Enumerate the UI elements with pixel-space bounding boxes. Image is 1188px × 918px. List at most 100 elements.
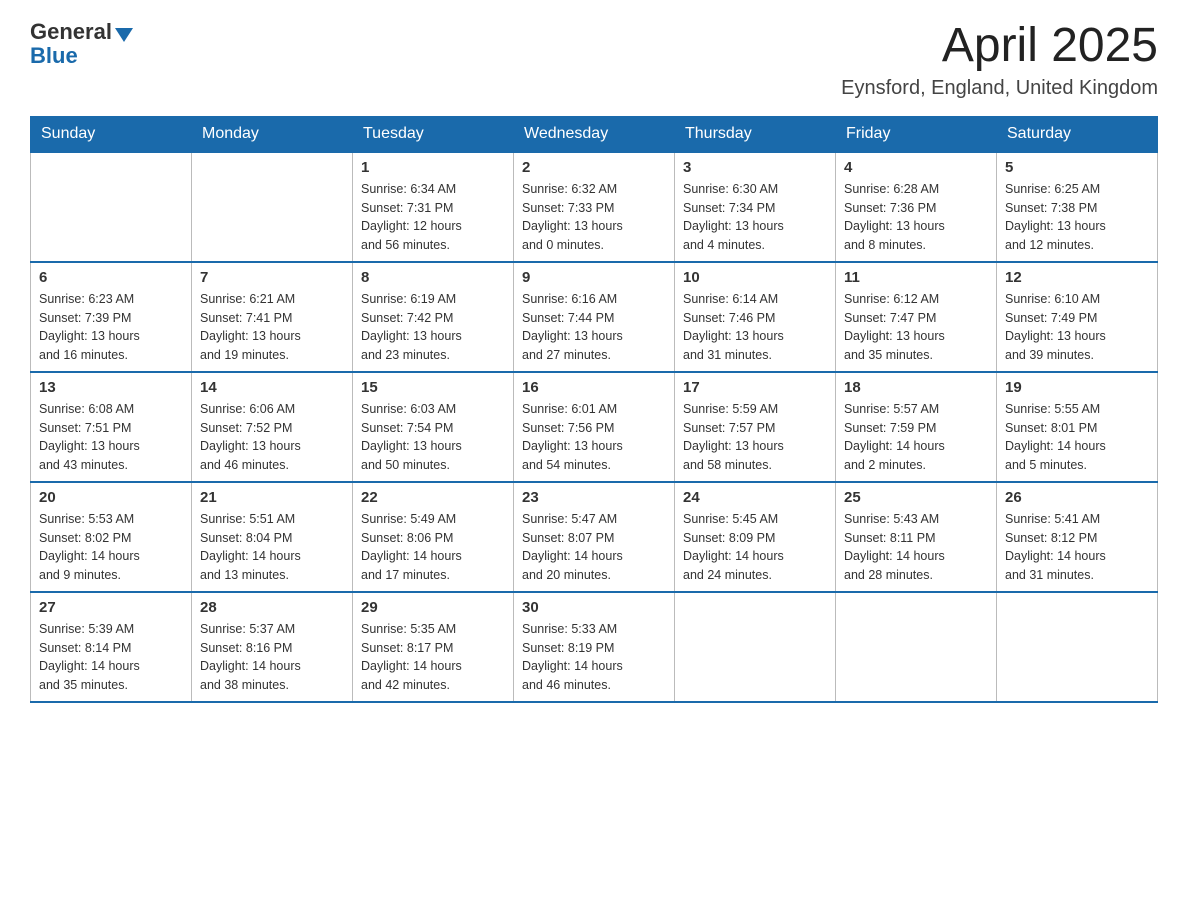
day-number: 8 (361, 269, 505, 286)
day-number: 1 (361, 159, 505, 176)
logo: General Blue (30, 20, 133, 68)
calendar-week-1: 1 Sunrise: 6:34 AM Sunset: 7:31 PM Daylig… (31, 152, 1158, 262)
day-number: 21 (200, 489, 344, 506)
day-number: 13 (39, 379, 183, 396)
calendar-cell: 21Sunrise: 5:51 AM Sunset: 8:04 PM Dayli… (192, 482, 353, 592)
calendar-table: SundayMondayTuesdayWednesdayThursdayFrid… (30, 116, 1158, 703)
day-number: 19 (1005, 379, 1149, 396)
calendar-cell: 19 Sunrise: 5:55 AM Sunset: 8:01 PM Dayli… (997, 372, 1158, 482)
calendar-cell: 5Sunrise: 6:25 AM Sunset: 7:38 PM Daylig… (997, 152, 1158, 262)
day-info: Sunrise: 6:34 AM Sunset: 7:31 PM Dayligh… (361, 180, 505, 255)
calendar-cell: 15 Sunrise: 6:03 AM Sunset: 7:54 PM Dayli… (353, 372, 514, 482)
day-info: Sunrise: 6:28 AM Sunset: 7:36 PM Dayligh… (844, 180, 988, 255)
day-info: Sunrise: 6:16 AM Sunset: 7:44 PM Dayligh… (522, 290, 666, 365)
day-info: Sunrise: 6:21 AM Sunset: 7:41 PM Dayligh… (200, 290, 344, 365)
calendar-cell: 14 Sunrise: 6:06 AM Sunset: 7:52 PM Dayli… (192, 372, 353, 482)
day-number: 10 (683, 269, 827, 286)
day-info: Sunrise: 5:47 AM Sunset: 8:07 PM Dayligh… (522, 510, 666, 585)
day-number: 22 (361, 489, 505, 506)
calendar-cell: 22Sunrise: 5:49 AM Sunset: 8:06 PM Dayli… (353, 482, 514, 592)
calendar-cell: 3 Sunrise: 6:30 AM Sunset: 7:34 PM Daylig… (675, 152, 836, 262)
calendar-cell: 13 Sunrise: 6:08 AM Sunset: 7:51 PM Dayli… (31, 372, 192, 482)
calendar-cell (836, 592, 997, 702)
day-info: Sunrise: 5:43 AM Sunset: 8:11 PM Dayligh… (844, 510, 988, 585)
day-info: Sunrise: 6:01 AM Sunset: 7:56 PM Dayligh… (522, 400, 666, 475)
day-number: 7 (200, 269, 344, 286)
logo-triangle-icon (115, 28, 133, 42)
calendar-cell: 1 Sunrise: 6:34 AM Sunset: 7:31 PM Daylig… (353, 152, 514, 262)
calendar-cell: 4 Sunrise: 6:28 AM Sunset: 7:36 PM Daylig… (836, 152, 997, 262)
calendar-cell: 20 Sunrise: 5:53 AM Sunset: 8:02 PM Dayli… (31, 482, 192, 592)
calendar-cell: 17 Sunrise: 5:59 AM Sunset: 7:57 PM Dayli… (675, 372, 836, 482)
day-info: Sunrise: 5:35 AM Sunset: 8:17 PM Dayligh… (361, 620, 505, 695)
page-header: General Blue April 2025 Eynsford, Englan… (30, 20, 1158, 100)
day-number: 27 (39, 599, 183, 616)
day-info: Sunrise: 5:55 AM Sunset: 8:01 PM Dayligh… (1005, 400, 1149, 475)
day-number: 18 (844, 379, 988, 396)
calendar-cell: 23 Sunrise: 5:47 AM Sunset: 8:07 PM Dayli… (514, 482, 675, 592)
title-section: April 2025 Eynsford, England, United Kin… (841, 20, 1158, 100)
day-number: 17 (683, 379, 827, 396)
day-number: 29 (361, 599, 505, 616)
calendar-week-3: 13 Sunrise: 6:08 AM Sunset: 7:51 PM Dayli… (31, 372, 1158, 482)
day-info: Sunrise: 5:57 AM Sunset: 7:59 PM Dayligh… (844, 400, 988, 475)
day-number: 24 (683, 489, 827, 506)
calendar-week-4: 20 Sunrise: 5:53 AM Sunset: 8:02 PM Dayli… (31, 482, 1158, 592)
day-number: 28 (200, 599, 344, 616)
day-info: Sunrise: 5:45 AM Sunset: 8:09 PM Dayligh… (683, 510, 827, 585)
month-title: April 2025 (841, 20, 1158, 73)
day-number: 3 (683, 159, 827, 176)
day-number: 4 (844, 159, 988, 176)
col-header-saturday: Saturday (997, 116, 1158, 152)
calendar-week-5: 27 Sunrise: 5:39 AM Sunset: 8:14 PM Dayli… (31, 592, 1158, 702)
calendar-cell: 11Sunrise: 6:12 AM Sunset: 7:47 PM Dayli… (836, 262, 997, 372)
day-info: Sunrise: 6:32 AM Sunset: 7:33 PM Dayligh… (522, 180, 666, 255)
day-number: 14 (200, 379, 344, 396)
day-number: 30 (522, 599, 666, 616)
col-header-sunday: Sunday (31, 116, 192, 152)
day-info: Sunrise: 6:23 AM Sunset: 7:39 PM Dayligh… (39, 290, 183, 365)
day-info: Sunrise: 6:30 AM Sunset: 7:34 PM Dayligh… (683, 180, 827, 255)
calendar-cell: 6Sunrise: 6:23 AM Sunset: 7:39 PM Daylig… (31, 262, 192, 372)
col-header-wednesday: Wednesday (514, 116, 675, 152)
day-number: 20 (39, 489, 183, 506)
calendar-cell: 12 Sunrise: 6:10 AM Sunset: 7:49 PM Dayli… (997, 262, 1158, 372)
day-info: Sunrise: 6:10 AM Sunset: 7:49 PM Dayligh… (1005, 290, 1149, 365)
calendar-cell: 29 Sunrise: 5:35 AM Sunset: 8:17 PM Dayli… (353, 592, 514, 702)
day-number: 9 (522, 269, 666, 286)
col-header-friday: Friday (836, 116, 997, 152)
day-number: 26 (1005, 489, 1149, 506)
calendar-cell: 18 Sunrise: 5:57 AM Sunset: 7:59 PM Dayli… (836, 372, 997, 482)
day-info: Sunrise: 5:39 AM Sunset: 8:14 PM Dayligh… (39, 620, 183, 695)
calendar-cell: 8Sunrise: 6:19 AM Sunset: 7:42 PM Daylig… (353, 262, 514, 372)
day-info: Sunrise: 5:53 AM Sunset: 8:02 PM Dayligh… (39, 510, 183, 585)
col-header-monday: Monday (192, 116, 353, 152)
day-info: Sunrise: 5:59 AM Sunset: 7:57 PM Dayligh… (683, 400, 827, 475)
logo-general: General (30, 20, 112, 44)
day-number: 12 (1005, 269, 1149, 286)
day-number: 25 (844, 489, 988, 506)
day-number: 11 (844, 269, 988, 286)
calendar-cell: 9 Sunrise: 6:16 AM Sunset: 7:44 PM Daylig… (514, 262, 675, 372)
calendar-cell: 26 Sunrise: 5:41 AM Sunset: 8:12 PM Dayli… (997, 482, 1158, 592)
day-number: 2 (522, 159, 666, 176)
day-info: Sunrise: 5:41 AM Sunset: 8:12 PM Dayligh… (1005, 510, 1149, 585)
calendar-cell: 2 Sunrise: 6:32 AM Sunset: 7:33 PM Daylig… (514, 152, 675, 262)
day-info: Sunrise: 6:06 AM Sunset: 7:52 PM Dayligh… (200, 400, 344, 475)
day-number: 23 (522, 489, 666, 506)
calendar-week-2: 6Sunrise: 6:23 AM Sunset: 7:39 PM Daylig… (31, 262, 1158, 372)
day-info: Sunrise: 6:08 AM Sunset: 7:51 PM Dayligh… (39, 400, 183, 475)
day-info: Sunrise: 6:03 AM Sunset: 7:54 PM Dayligh… (361, 400, 505, 475)
calendar-cell (31, 152, 192, 262)
location-subtitle: Eynsford, England, United Kingdom (841, 77, 1158, 100)
day-number: 5 (1005, 159, 1149, 176)
day-number: 15 (361, 379, 505, 396)
col-header-thursday: Thursday (675, 116, 836, 152)
calendar-header-row: SundayMondayTuesdayWednesdayThursdayFrid… (31, 116, 1158, 152)
calendar-cell (675, 592, 836, 702)
calendar-cell (192, 152, 353, 262)
calendar-cell: 16 Sunrise: 6:01 AM Sunset: 7:56 PM Dayli… (514, 372, 675, 482)
day-number: 16 (522, 379, 666, 396)
calendar-cell (997, 592, 1158, 702)
col-header-tuesday: Tuesday (353, 116, 514, 152)
